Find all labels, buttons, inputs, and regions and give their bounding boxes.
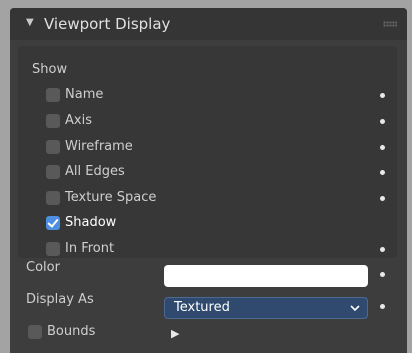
panel-header[interactable]: ▼ Viewport Display <box>10 8 407 40</box>
bounds-checkbox[interactable] <box>28 325 42 339</box>
keyframe-dot-icon[interactable] <box>380 170 385 175</box>
keyframe-dot-icon[interactable] <box>380 304 385 309</box>
display-as-value: Textured <box>174 300 230 315</box>
wireframe-label: Wireframe <box>65 139 133 154</box>
axis-label: Axis <box>65 113 92 128</box>
shadow-label: Shadow <box>65 215 117 230</box>
all-edges-checkbox[interactable] <box>46 165 60 179</box>
color-field[interactable] <box>164 265 368 287</box>
name-label: Name <box>65 87 104 102</box>
display-as-label: Display As <box>26 292 94 307</box>
in-front-checkbox[interactable] <box>46 242 60 256</box>
panel-title: Viewport Display <box>44 15 171 33</box>
show-axis-row[interactable]: Axis <box>10 110 407 134</box>
show-in-front-row[interactable]: In Front <box>10 238 407 262</box>
keyframe-dot-icon[interactable] <box>380 247 385 252</box>
keyframe-dot-icon[interactable] <box>380 93 385 98</box>
expand-arrow-icon[interactable]: ▶ <box>171 327 179 340</box>
name-checkbox[interactable] <box>46 88 60 102</box>
display-as-select[interactable]: Textured <box>164 297 368 319</box>
wireframe-checkbox[interactable] <box>46 140 60 154</box>
show-label: Show <box>32 62 68 77</box>
bounds-row[interactable]: Bounds <box>10 321 407 345</box>
show-wireframe-row[interactable]: Wireframe <box>10 136 407 160</box>
bounds-label: Bounds <box>47 324 96 339</box>
chevron-down-icon <box>350 305 360 312</box>
all-edges-label: All Edges <box>65 164 125 179</box>
texture-space-checkbox[interactable] <box>46 191 60 205</box>
viewport-display-panel: ▼ Viewport Display Show Name Axis Wirefr… <box>10 8 407 353</box>
show-texture-space-row[interactable]: Texture Space <box>10 187 407 211</box>
color-label: Color <box>26 260 60 275</box>
keyframe-dot-icon[interactable] <box>380 196 385 201</box>
show-all-edges-row[interactable]: All Edges <box>10 161 407 185</box>
in-front-label: In Front <box>65 241 115 256</box>
show-shadow-row[interactable]: Shadow <box>10 212 407 236</box>
drag-handle-icon[interactable] <box>383 21 397 27</box>
collapse-arrow-icon[interactable]: ▼ <box>26 17 34 28</box>
shadow-checkbox[interactable] <box>46 216 60 230</box>
axis-checkbox[interactable] <box>46 114 60 128</box>
texture-space-label: Texture Space <box>65 190 157 205</box>
keyframe-dot-icon[interactable] <box>380 119 385 124</box>
keyframe-dot-icon[interactable] <box>380 272 385 277</box>
keyframe-dot-icon[interactable] <box>380 145 385 150</box>
show-name-row[interactable]: Name <box>10 84 407 108</box>
